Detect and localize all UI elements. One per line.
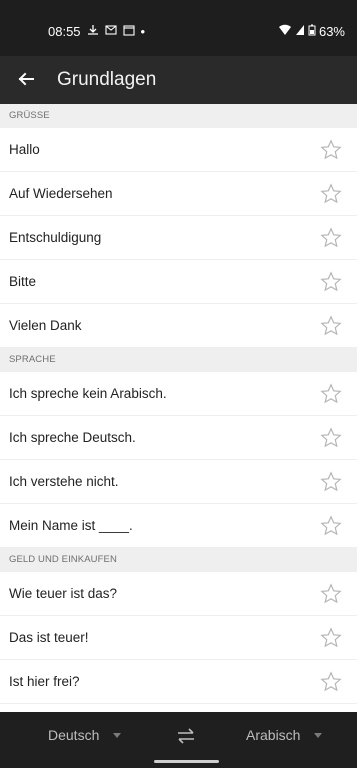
notification-dot-icon: • xyxy=(140,24,146,39)
phrase-row[interactable]: Ich spreche kein Arabisch. xyxy=(0,372,357,416)
language-selector-bar: Deutsch Arabisch xyxy=(0,712,357,768)
status-right: 63% xyxy=(278,24,345,39)
star-icon[interactable] xyxy=(319,670,343,694)
page-title: Grundlagen xyxy=(57,69,157,90)
calendar-icon xyxy=(122,24,135,39)
gesture-navigation-bar[interactable] xyxy=(154,760,219,763)
status-time: 08:55 xyxy=(48,24,81,39)
mail-icon xyxy=(104,24,117,39)
source-language-label: Deutsch xyxy=(48,727,100,743)
star-icon[interactable] xyxy=(319,426,343,450)
phrase-row[interactable]: Ist hier frei? xyxy=(0,660,357,704)
phrase-row[interactable]: Hallo xyxy=(0,128,357,172)
phrase-row[interactable]: Mein Name ist ____. xyxy=(0,504,357,548)
section-header-language: SPRACHE xyxy=(0,348,357,372)
section-header-money-shopping: GELD UND EINKAUFEN xyxy=(0,548,357,572)
section-header-greetings: GRÜSSE xyxy=(0,104,357,128)
wifi-icon xyxy=(278,24,292,39)
star-icon[interactable] xyxy=(319,626,343,650)
phrase-list: GRÜSSE Hallo Auf Wiedersehen Entschuldig… xyxy=(0,104,357,704)
signal-icon xyxy=(295,24,305,39)
download-icon xyxy=(87,24,99,39)
star-icon[interactable] xyxy=(319,314,343,338)
star-icon[interactable] xyxy=(319,182,343,206)
phrase-text: Ich verstehe nicht. xyxy=(9,474,119,489)
source-language-dropdown[interactable]: Deutsch xyxy=(48,727,122,743)
star-icon[interactable] xyxy=(319,382,343,406)
phrase-row[interactable]: Ich spreche Deutsch. xyxy=(0,416,357,460)
phrase-row[interactable]: Bitte xyxy=(0,260,357,304)
phrase-text: Ist hier frei? xyxy=(9,674,80,689)
phrase-row[interactable]: Ich verstehe nicht. xyxy=(0,460,357,504)
phrase-text: Vielen Dank xyxy=(9,318,82,333)
star-icon[interactable] xyxy=(319,138,343,162)
star-icon[interactable] xyxy=(319,470,343,494)
phrase-text: Ich spreche kein Arabisch. xyxy=(9,386,167,401)
battery-icon xyxy=(308,24,316,39)
star-icon[interactable] xyxy=(319,270,343,294)
phrase-text: Auf Wiedersehen xyxy=(9,186,113,201)
swap-languages-icon[interactable] xyxy=(174,724,198,748)
app-bar: Grundlagen xyxy=(0,56,357,104)
back-arrow-icon xyxy=(18,72,34,86)
phrase-text: Das ist teuer! xyxy=(9,630,89,645)
status-bar: 08:55 • 63% xyxy=(0,0,357,56)
back-button[interactable] xyxy=(14,67,38,91)
phrase-text: Entschuldigung xyxy=(9,230,102,245)
phrase-text: Bitte xyxy=(9,274,37,289)
chevron-down-icon xyxy=(314,732,323,738)
star-icon[interactable] xyxy=(319,582,343,606)
chevron-down-icon xyxy=(113,732,122,738)
battery-percentage: 63% xyxy=(318,24,345,39)
star-icon[interactable] xyxy=(319,514,343,538)
phrase-row[interactable]: Entschuldigung xyxy=(0,216,357,260)
phrase-row[interactable]: Das ist teuer! xyxy=(0,616,357,660)
phrase-row[interactable]: Auf Wiedersehen xyxy=(0,172,357,216)
phrase-row[interactable]: Wie teuer ist das? xyxy=(0,572,357,616)
status-left: 08:55 • xyxy=(48,24,145,39)
phrase-text: Ich spreche Deutsch. xyxy=(9,430,136,445)
phrase-text: Hallo xyxy=(9,142,40,157)
phrase-text: Mein Name ist ____. xyxy=(9,518,133,533)
target-language-label: Arabisch xyxy=(246,727,301,743)
phrase-text: Wie teuer ist das? xyxy=(9,586,118,601)
star-icon[interactable] xyxy=(319,226,343,250)
target-language-dropdown[interactable]: Arabisch xyxy=(246,727,323,743)
phrase-row[interactable]: Vielen Dank xyxy=(0,304,357,348)
